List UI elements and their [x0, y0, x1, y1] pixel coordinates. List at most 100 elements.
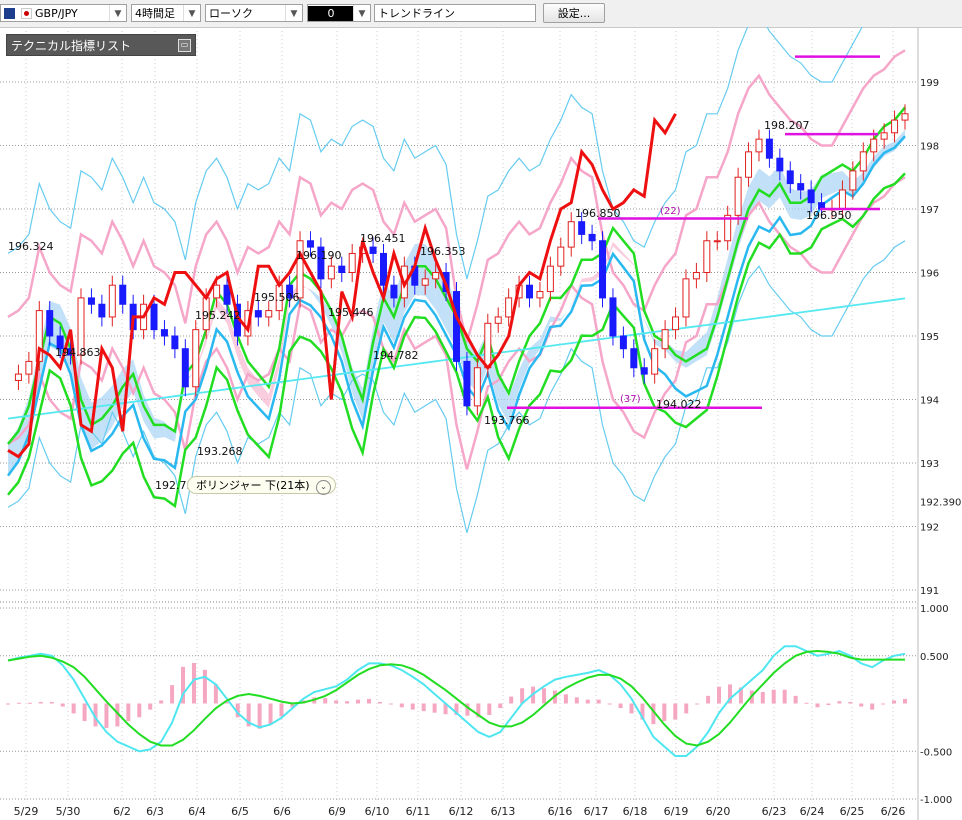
osc-histogram-bar — [345, 701, 350, 704]
osc-histogram-bar — [717, 686, 722, 704]
chevron-down-icon[interactable]: ⌄ — [316, 480, 332, 495]
osc-histogram-bar — [596, 699, 601, 704]
osc-histogram-bar — [498, 703, 503, 709]
timeframe-select[interactable]: 4時間足 ▼ — [131, 4, 201, 22]
price-label: 196.190 — [296, 249, 342, 262]
tool-field[interactable]: トレンドライン — [374, 4, 536, 22]
x-tick-label: 6/18 — [623, 805, 648, 818]
candle-body — [171, 335, 179, 350]
chevron-down-icon[interactable]: ▼ — [183, 5, 200, 21]
osc-histogram-bar — [509, 696, 514, 704]
candle-body — [87, 297, 95, 305]
chevron-down-icon[interactable]: ▼ — [285, 5, 302, 21]
osc-histogram-bar — [771, 689, 776, 704]
osc-histogram-bar — [27, 702, 32, 704]
osc-histogram-bar — [334, 700, 339, 704]
chevron-down-icon[interactable]: ▼ — [109, 5, 126, 21]
candle-body — [619, 335, 627, 350]
x-tick-label: 6/9 — [328, 805, 346, 818]
osc-histogram-bar — [542, 688, 547, 704]
price-label: 196.950 — [806, 209, 852, 222]
candle-body — [870, 138, 878, 153]
osc-histogram-bar — [673, 703, 678, 720]
price-label: 193.766 — [484, 414, 530, 427]
price-label: 193.268 — [197, 445, 243, 458]
x-tick-label: 6/20 — [706, 805, 731, 818]
osc-histogram-bar — [16, 702, 21, 704]
x-tick-label: 6/17 — [584, 805, 609, 818]
bollinger-bands — [7, 27, 906, 533]
osc-histogram-bar — [903, 698, 907, 704]
symbol-label: GBP/JPY — [35, 7, 78, 20]
indicator-tooltip[interactable]: ボリンジャー 下(21本) ⌄ — [187, 476, 337, 495]
symbol-select[interactable]: GBP/JPY ▼ — [0, 4, 127, 22]
osc-tick-label: 0.500 — [920, 652, 949, 663]
candle-body — [160, 329, 168, 337]
candle-body — [484, 322, 492, 369]
candle-body — [640, 367, 648, 375]
candle-body — [682, 278, 690, 318]
x-tick-label: 6/12 — [449, 805, 474, 818]
osc-histogram-bar — [38, 701, 43, 704]
candle-body — [421, 278, 429, 286]
price-label: 196.850 — [575, 207, 621, 220]
price-label: 196.353 — [420, 245, 466, 258]
y-tick-label: 196 — [920, 269, 939, 280]
osc-histogram-bar — [388, 703, 393, 705]
osc-histogram-bar — [892, 700, 897, 704]
timeframe-label: 4時間足 — [135, 7, 175, 20]
candle-body — [755, 138, 763, 153]
tool-label: トレンドライン — [378, 7, 455, 20]
candle-body — [254, 310, 262, 318]
osc-tick-label: -0.500 — [920, 747, 952, 758]
osc-histogram-bar — [366, 698, 371, 704]
candle-body — [150, 303, 158, 331]
x-tick-label: 6/10 — [365, 805, 390, 818]
chart-area[interactable]: 196.324194.863195.242192.73193.268196.19… — [0, 27, 962, 820]
candle-body — [703, 240, 711, 273]
candle-body — [98, 303, 106, 318]
osc-histogram-bar — [585, 699, 590, 704]
indicator-list-panel[interactable]: テクニカル指標リスト ▭ — [6, 34, 196, 56]
osc-histogram-bar — [706, 695, 711, 704]
candle-body — [588, 233, 596, 242]
cloud-segment — [790, 188, 801, 220]
x-tick-label: 6/25 — [840, 805, 865, 818]
osc-histogram-bar — [563, 694, 568, 704]
price-label: 195.506 — [254, 291, 300, 304]
candle-body — [327, 265, 335, 280]
settings-button[interactable]: 設定... — [543, 3, 605, 23]
flag-icon — [21, 8, 32, 19]
y-tick-label: 199 — [920, 78, 939, 89]
x-tick-label: 6/26 — [881, 805, 906, 818]
osc-histogram-bar — [191, 663, 196, 704]
x-tick-label: 6/5 — [231, 805, 249, 818]
y-tick-label: 194 — [920, 396, 939, 407]
price-label: 196.451 — [360, 232, 406, 245]
chart-style-select[interactable]: ローソク ▼ — [205, 4, 303, 22]
chevron-down-icon[interactable]: ▼ — [353, 5, 370, 21]
osc-histogram-bar — [104, 703, 109, 728]
window-icon[interactable]: ▭ — [178, 39, 191, 52]
y-tick-label: 198 — [920, 142, 939, 153]
osc-histogram-bar — [170, 685, 175, 704]
color-select[interactable]: 0 ▼ — [307, 4, 371, 22]
candle-body — [473, 367, 481, 407]
osc-histogram-bar — [804, 702, 809, 704]
candle-body — [338, 265, 346, 273]
osc-histogram-bar — [695, 703, 700, 705]
osc-histogram-bar — [159, 700, 164, 704]
candle-body — [734, 176, 742, 216]
osc-histogram-bar — [71, 703, 76, 714]
flag-icon — [4, 8, 15, 19]
candle-body — [505, 297, 513, 318]
osc-histogram-bar — [82, 703, 87, 722]
candle-body — [348, 252, 356, 273]
osc-histogram-bar — [202, 669, 207, 704]
candle-body — [46, 310, 54, 337]
osc-main-line — [7, 649, 905, 747]
osc-histogram-bar — [859, 703, 864, 707]
color-chip: 0 — [308, 6, 354, 21]
osc-histogram-bar — [356, 699, 361, 704]
osc-histogram-bar — [257, 703, 262, 729]
